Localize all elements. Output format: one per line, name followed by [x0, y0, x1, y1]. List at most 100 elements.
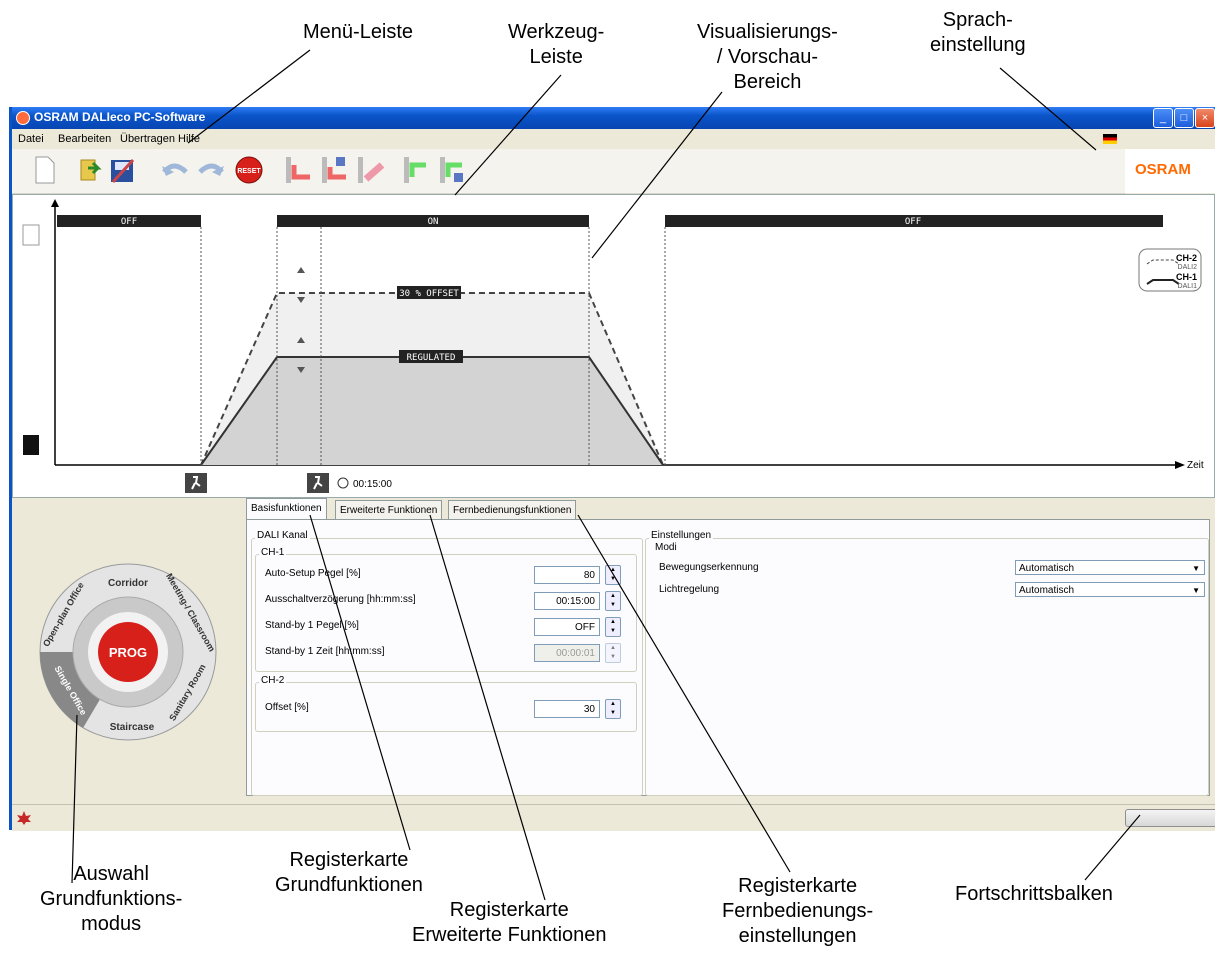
menu-uebertragen[interactable]: Übertragen [120, 133, 175, 145]
legend-ch2-sub: DALI2 [1178, 264, 1198, 271]
transfer-lock-icon [322, 157, 346, 183]
open-file-button[interactable] [76, 154, 106, 186]
auto-setup-level-spinner[interactable]: ▲ ▼ [605, 565, 621, 585]
mode-dial: PROG Corridor Meeting-/ Classroom Sanita… [39, 563, 217, 741]
menu-hilfe[interactable]: Hilfe [178, 133, 200, 145]
legend-ch1-sub: DALI1 [1178, 283, 1198, 290]
annotation-tab-remote-line: einstellungen [738, 925, 857, 947]
open-file-icon [80, 159, 102, 181]
tab-erweiterte-funktionen[interactable]: Erweiterte Funktionen [335, 500, 443, 519]
switch-off-delay-input[interactable]: 00:15:00 [534, 592, 600, 610]
brand-text: OSRAM [1135, 161, 1191, 178]
light-control-select[interactable]: Automatisch ▼ [1015, 582, 1205, 597]
annotation-language: Sprach- einstellung [930, 8, 1026, 58]
menu-bar: Datei Bearbeiten Übertragen Hilfe [12, 129, 1215, 149]
title-bar: OSRAM DALIeco PC-Software _ □ × [12, 107, 1215, 129]
app-icon [16, 111, 30, 125]
menu-datei[interactable]: Datei [18, 133, 44, 145]
receive-lock-icon [440, 157, 463, 183]
auto-setup-level-input[interactable]: 80 [534, 566, 600, 584]
receive-button-1[interactable] [402, 154, 432, 186]
annotation-tab-remote-line: Registerkarte [738, 875, 858, 897]
status-bar [12, 804, 1215, 831]
dali-group-label: DALI Kanal [255, 530, 310, 541]
annotation-tab-basic-line: Registerkarte [289, 849, 409, 871]
field-label: Stand-by 1 Pegel [%] [265, 620, 359, 631]
annotation-tab-extended: Registerkarte Erweiterte Funktionen [412, 898, 607, 948]
annotation-tab-basic-line: Grundfunktionen [275, 874, 423, 896]
settings-group [645, 538, 1209, 796]
regulated-label: REGULATED [407, 353, 456, 363]
select-value: Automatisch [1019, 585, 1075, 596]
transfer-button-1[interactable] [284, 154, 314, 186]
status-leaf-icon [17, 811, 31, 825]
transfer-button-2[interactable] [320, 154, 350, 186]
annotation-tab-ext-line: Erweiterte Funktionen [412, 924, 607, 946]
tab-basisfunktionen[interactable]: Basisfunktionen [246, 498, 327, 519]
tab-fernbedienungsfunktionen[interactable]: Fernbedienungsfunktionen [448, 500, 577, 519]
annotation-progress: Fortschrittsbalken [955, 883, 1113, 905]
annotation-mode-line: modus [81, 913, 142, 935]
standby-level-input[interactable]: OFF [534, 618, 600, 636]
annotation-tab-basic: Registerkarte Grundfunktionen [275, 848, 423, 898]
legend-ch1-name: CH-1 [1176, 272, 1197, 282]
menu-bearbeiten[interactable]: Bearbeiten [58, 133, 111, 145]
standby-time-input: 00:00:01 [534, 644, 600, 662]
motion-detection-select[interactable]: Automatisch ▼ [1015, 560, 1205, 575]
reset-button[interactable]: RESET [234, 154, 264, 186]
standby-level-spinner[interactable]: ▲ ▼ [605, 617, 621, 637]
min-level-icon [23, 435, 39, 455]
field-label: Ausschaltverzögerung [hh:mm:ss] [265, 594, 416, 605]
minimize-button[interactable]: _ [1153, 108, 1173, 128]
tab-panel: DALI Kanal CH-1 Auto-Setup Pegel [%] 80 … [246, 519, 1210, 796]
annotation-toolbar: Werkzeug- Leiste [508, 20, 604, 70]
mode-staircase[interactable]: Staircase [110, 722, 155, 733]
ch2-label: CH-2 [259, 675, 287, 686]
state-off-2: OFF [905, 217, 921, 227]
y-axis-arrow [51, 199, 59, 207]
progress-bar [1125, 809, 1215, 827]
offset-input[interactable]: 30 [534, 700, 600, 718]
mode-corridor[interactable]: Corridor [108, 578, 148, 589]
annotation-viz-line: / Vorschau- [716, 46, 818, 68]
reset-label: RESET [237, 168, 261, 175]
lower-area: PROG Corridor Meeting-/ Classroom Sanita… [12, 498, 1215, 800]
max-level-icon [22, 224, 40, 246]
transfer-button-3[interactable] [356, 154, 386, 186]
light-profile-chart: Zeit OFF ON OFF 30 % OFFSET REGULATED CH… [22, 199, 1204, 493]
annotation-viz-line: Bereich [733, 71, 802, 93]
setting-label: Bewegungserkennung [659, 562, 759, 573]
annotation-toolbar-line: Werkzeug- [508, 21, 605, 43]
offset-label: 30 % OFFSET [399, 289, 459, 299]
language-flag-icon[interactable] [1103, 134, 1117, 144]
state-on: ON [428, 217, 439, 227]
offset-adjust-icon[interactable] [297, 267, 305, 303]
transfer-erase-icon [358, 157, 385, 183]
new-file-button[interactable] [30, 154, 60, 186]
reset-icon: RESET [235, 156, 263, 184]
close-button[interactable]: × [1195, 108, 1215, 128]
save-icon [111, 158, 135, 184]
modes-label: Modi [653, 542, 679, 553]
clock-icon [337, 477, 349, 489]
undo-icon [162, 163, 188, 176]
field-label: Stand-by 1 Zeit [hh:mm:ss] [265, 646, 385, 657]
undo-button[interactable] [160, 154, 190, 186]
settings-label: Einstellungen [649, 530, 714, 541]
legend: CH-2 DALI2 CH-1 DALI1 [1138, 248, 1202, 292]
annotation-tab-remote: Registerkarte Fernbedienungs- einstellun… [722, 874, 873, 949]
setting-label: Lichtregelung [659, 584, 720, 595]
annotation-lang-line: einstellung [930, 34, 1026, 56]
select-value: Automatisch [1019, 563, 1075, 574]
redo-button[interactable] [196, 154, 226, 186]
maximize-button[interactable]: □ [1174, 108, 1194, 128]
annotation-mode-line: Auswahl [73, 863, 149, 885]
save-button[interactable] [108, 154, 138, 186]
x-axis-label: Zeit [1187, 460, 1204, 471]
switch-off-delay-spinner[interactable]: ▲ ▼ [605, 591, 621, 611]
window-title: OSRAM DALIeco PC-Software [34, 110, 206, 124]
offset-spinner[interactable]: ▲ ▼ [605, 699, 621, 719]
visualization-area: Zeit OFF ON OFF 30 % OFFSET REGULATED CH… [12, 194, 1215, 498]
receive-button-2[interactable] [438, 154, 468, 186]
receive-icon [404, 157, 426, 183]
